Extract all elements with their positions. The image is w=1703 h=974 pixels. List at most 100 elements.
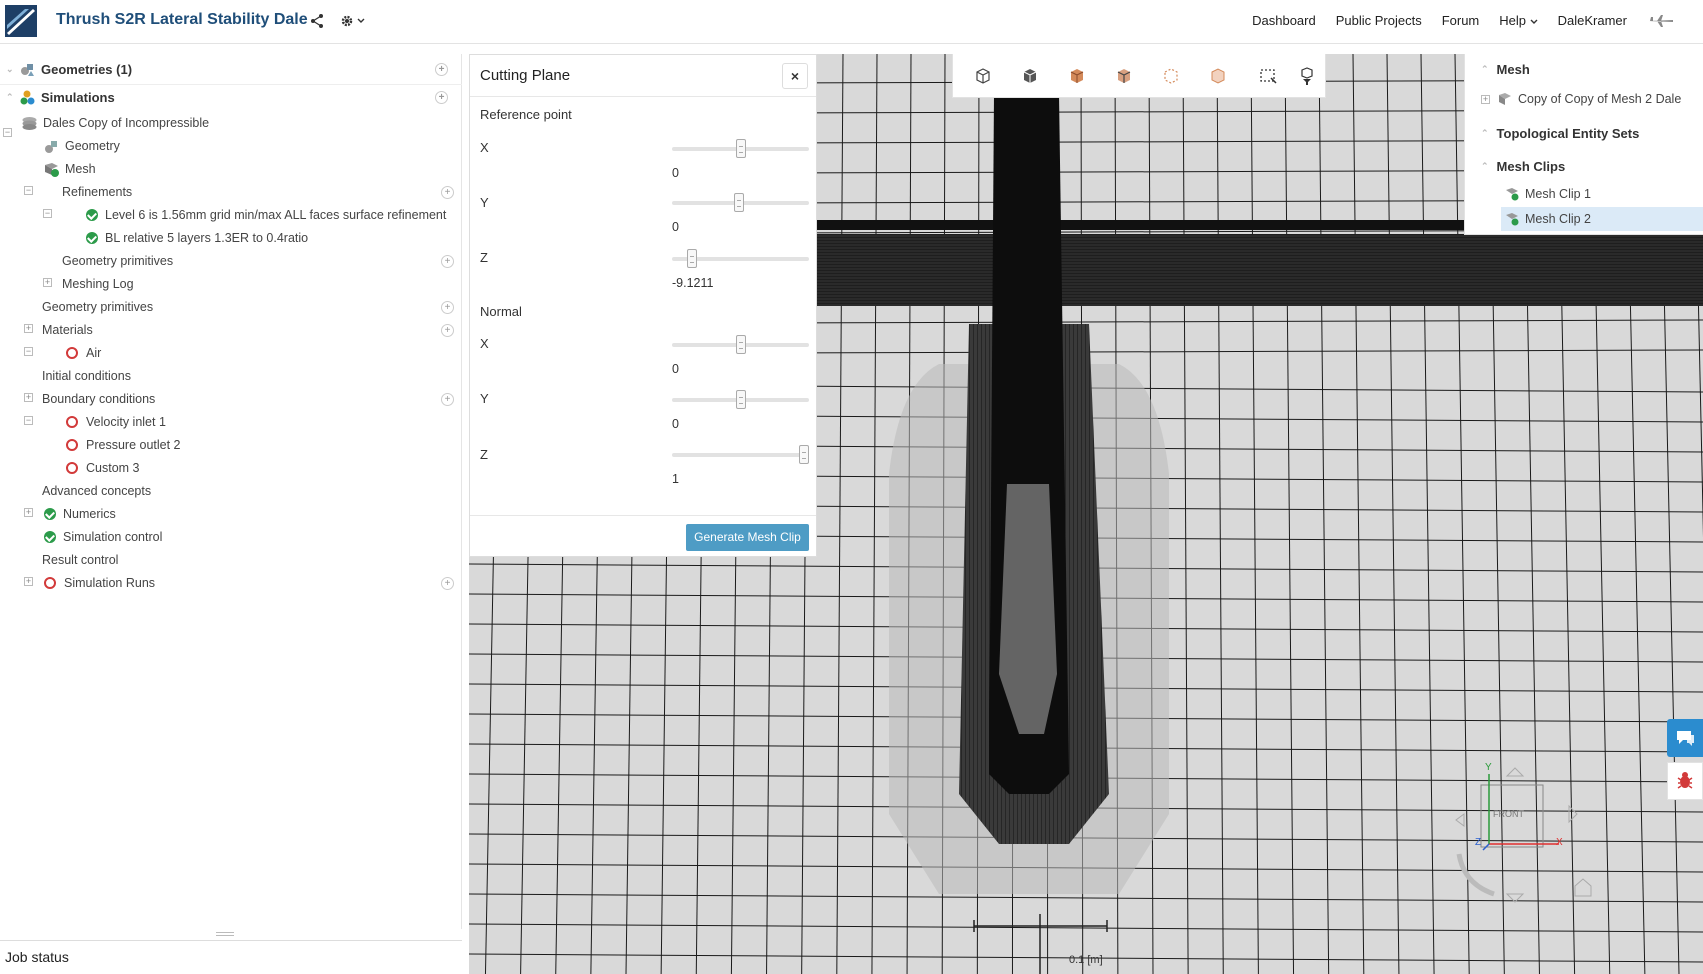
- solid-cube-icon[interactable]: [1019, 65, 1041, 87]
- nav-help[interactable]: Help: [1499, 13, 1538, 28]
- cutting-plane-title: Cutting Plane: [480, 67, 571, 84]
- collapse-chevron-icon[interactable]: ⌃: [1481, 64, 1489, 75]
- slider-handle[interactable]: [799, 445, 809, 464]
- norm-z-slider[interactable]: [672, 445, 809, 464]
- tree-simulations[interactable]: ⌃ Simulations +: [6, 86, 456, 108]
- add-material-button[interactable]: +: [441, 323, 454, 337]
- simscale-logo-icon[interactable]: [5, 5, 37, 37]
- mesh-grid-line: [1318, 54, 1330, 974]
- tree-geometry[interactable]: Geometry: [44, 135, 120, 157]
- collapse-chevron-icon[interactable]: ⌄: [6, 64, 20, 75]
- tree-numerics[interactable]: Numerics: [44, 503, 116, 525]
- rp-topo-heading[interactable]: ⌃ Topological Entity Sets: [1481, 121, 1639, 145]
- add-geometry-button[interactable]: +: [435, 62, 448, 76]
- view-cube-face-label[interactable]: FRONT: [1493, 809, 1524, 819]
- bc-velocity-inlet-label: Velocity inlet 1: [86, 415, 166, 429]
- generate-mesh-clip-button[interactable]: Generate Mesh Clip: [686, 524, 809, 551]
- tree-bc-item[interactable]: Custom 3: [66, 457, 140, 479]
- collapse-toggle[interactable]: −: [24, 416, 33, 425]
- add-simulation-button[interactable]: +: [435, 90, 448, 104]
- ref-x-slider[interactable]: [672, 139, 809, 158]
- user-avatar-plane-icon[interactable]: [1647, 14, 1675, 28]
- chat-button[interactable]: [1667, 719, 1703, 757]
- expand-toggle[interactable]: +: [24, 508, 33, 517]
- add-geometry-primitive-button[interactable]: +: [441, 254, 454, 268]
- status-ok-icon: [86, 232, 98, 244]
- expand-toggle[interactable]: +: [24, 577, 33, 586]
- nav-user[interactable]: DaleKramer: [1558, 13, 1627, 28]
- chevron-down-icon: [1530, 19, 1538, 24]
- filter-cube-icon[interactable]: [1296, 65, 1318, 87]
- expand-toggle[interactable]: +: [1481, 94, 1490, 104]
- tree-geometries[interactable]: ⌄ Geometries (1) +: [6, 58, 456, 80]
- add-boundary-condition-button[interactable]: +: [441, 392, 454, 406]
- rp-clips-heading[interactable]: ⌃ Mesh Clips: [1481, 154, 1565, 178]
- share-icon[interactable]: [309, 13, 325, 29]
- tree-refinement-item[interactable]: BL relative 5 layers 1.3ER to 0.4ratio: [86, 227, 308, 249]
- scale-bar-label: 0.1 [m]: [1069, 954, 1103, 966]
- tree-simulation-runs[interactable]: Simulation Runs +: [44, 572, 456, 594]
- add-geometry-primitive-button[interactable]: +: [441, 300, 454, 314]
- points-cube-icon[interactable]: [1160, 65, 1182, 87]
- tree-refinements[interactable]: Refinements +: [62, 181, 456, 203]
- settings-dropdown[interactable]: [340, 13, 368, 29]
- add-simulation-run-button[interactable]: +: [441, 576, 454, 590]
- tree-bc-item[interactable]: Pressure outlet 2: [66, 434, 181, 456]
- tree-materials[interactable]: Materials +: [42, 319, 456, 341]
- wireframe-cube-icon[interactable]: [972, 65, 994, 87]
- normal-heading: Normal: [480, 304, 522, 319]
- box-select-icon[interactable]: [1257, 65, 1279, 87]
- collapse-chevron-icon[interactable]: ⌃: [1481, 128, 1489, 139]
- job-status-bar[interactable]: Job status: [0, 940, 462, 974]
- job-status-resize-handle[interactable]: [216, 932, 234, 936]
- collapse-toggle[interactable]: −: [24, 186, 33, 195]
- expand-toggle[interactable]: +: [24, 393, 33, 402]
- slider-handle[interactable]: [734, 193, 745, 212]
- tree-simulation-item[interactable]: Dales Copy of Incompressible: [22, 112, 209, 134]
- tree-initial-conditions[interactable]: Initial conditions: [42, 365, 131, 387]
- expand-toggle[interactable]: +: [24, 324, 33, 333]
- collapse-toggle[interactable]: −: [24, 347, 33, 356]
- tree-mesh[interactable]: Mesh: [44, 158, 96, 180]
- tree-refinement-item[interactable]: Level 6 is 1.56mm grid min/max ALL faces…: [86, 204, 446, 226]
- collapse-chevron-icon[interactable]: ⌃: [6, 92, 20, 103]
- ref-z-slider[interactable]: [672, 249, 809, 268]
- collapse-chevron-icon[interactable]: ⌃: [1481, 161, 1489, 172]
- rp-mesh-clip-2[interactable]: Mesh Clip 2: [1501, 207, 1703, 231]
- slider-handle[interactable]: [735, 335, 746, 354]
- tree-mesh-geometry-primitives[interactable]: Geometry primitives +: [62, 250, 456, 272]
- nav-dashboard[interactable]: Dashboard: [1252, 13, 1316, 28]
- tree-geometry-primitives[interactable]: Geometry primitives +: [42, 296, 456, 318]
- project-title[interactable]: Thrush S2R Lateral Stability Dale: [56, 11, 308, 29]
- tree-simulation-control[interactable]: Simulation control: [44, 526, 162, 548]
- collapse-toggle[interactable]: −: [43, 209, 52, 218]
- rp-mesh-item[interactable]: + Copy of Copy of Mesh 2 Dale: [1481, 87, 1681, 111]
- report-bug-button[interactable]: [1667, 762, 1703, 800]
- tree-boundary-conditions[interactable]: Boundary conditions +: [42, 388, 456, 410]
- nav-forum[interactable]: Forum: [1442, 13, 1480, 28]
- norm-x-slider[interactable]: [672, 335, 809, 354]
- rp-mesh-heading[interactable]: ⌃ Mesh: [1481, 57, 1530, 81]
- close-button[interactable]: ×: [782, 63, 808, 89]
- shaded-cube-icon[interactable]: [1066, 65, 1088, 87]
- expand-toggle[interactable]: +: [43, 278, 52, 287]
- ref-y-slider[interactable]: [672, 193, 809, 212]
- tree-result-control[interactable]: Result control: [42, 549, 118, 571]
- norm-y-slider[interactable]: [672, 390, 809, 409]
- add-refinement-button[interactable]: +: [441, 185, 454, 199]
- mesh-grid-line: [871, 54, 878, 974]
- nav-public-projects[interactable]: Public Projects: [1336, 13, 1422, 28]
- rp-mesh-clip-1[interactable]: Mesh Clip 1: [1501, 182, 1701, 206]
- tree-meshing-log[interactable]: Meshing Log: [62, 273, 134, 295]
- slider-handle[interactable]: [735, 390, 746, 409]
- tree-advanced-concepts[interactable]: Advanced concepts: [42, 480, 151, 502]
- nav-help-label: Help: [1499, 13, 1527, 28]
- slider-handle[interactable]: [735, 139, 746, 158]
- surface-edges-cube-icon[interactable]: [1113, 65, 1135, 87]
- collapse-toggle[interactable]: −: [3, 128, 12, 137]
- tree-bc-item[interactable]: Velocity inlet 1: [66, 411, 166, 433]
- slider-handle[interactable]: [687, 249, 698, 268]
- transparent-cube-icon[interactable]: [1207, 65, 1229, 87]
- refinement-2-label: BL relative 5 layers 1.3ER to 0.4ratio: [105, 231, 309, 245]
- tree-material-air[interactable]: Air: [66, 342, 101, 364]
